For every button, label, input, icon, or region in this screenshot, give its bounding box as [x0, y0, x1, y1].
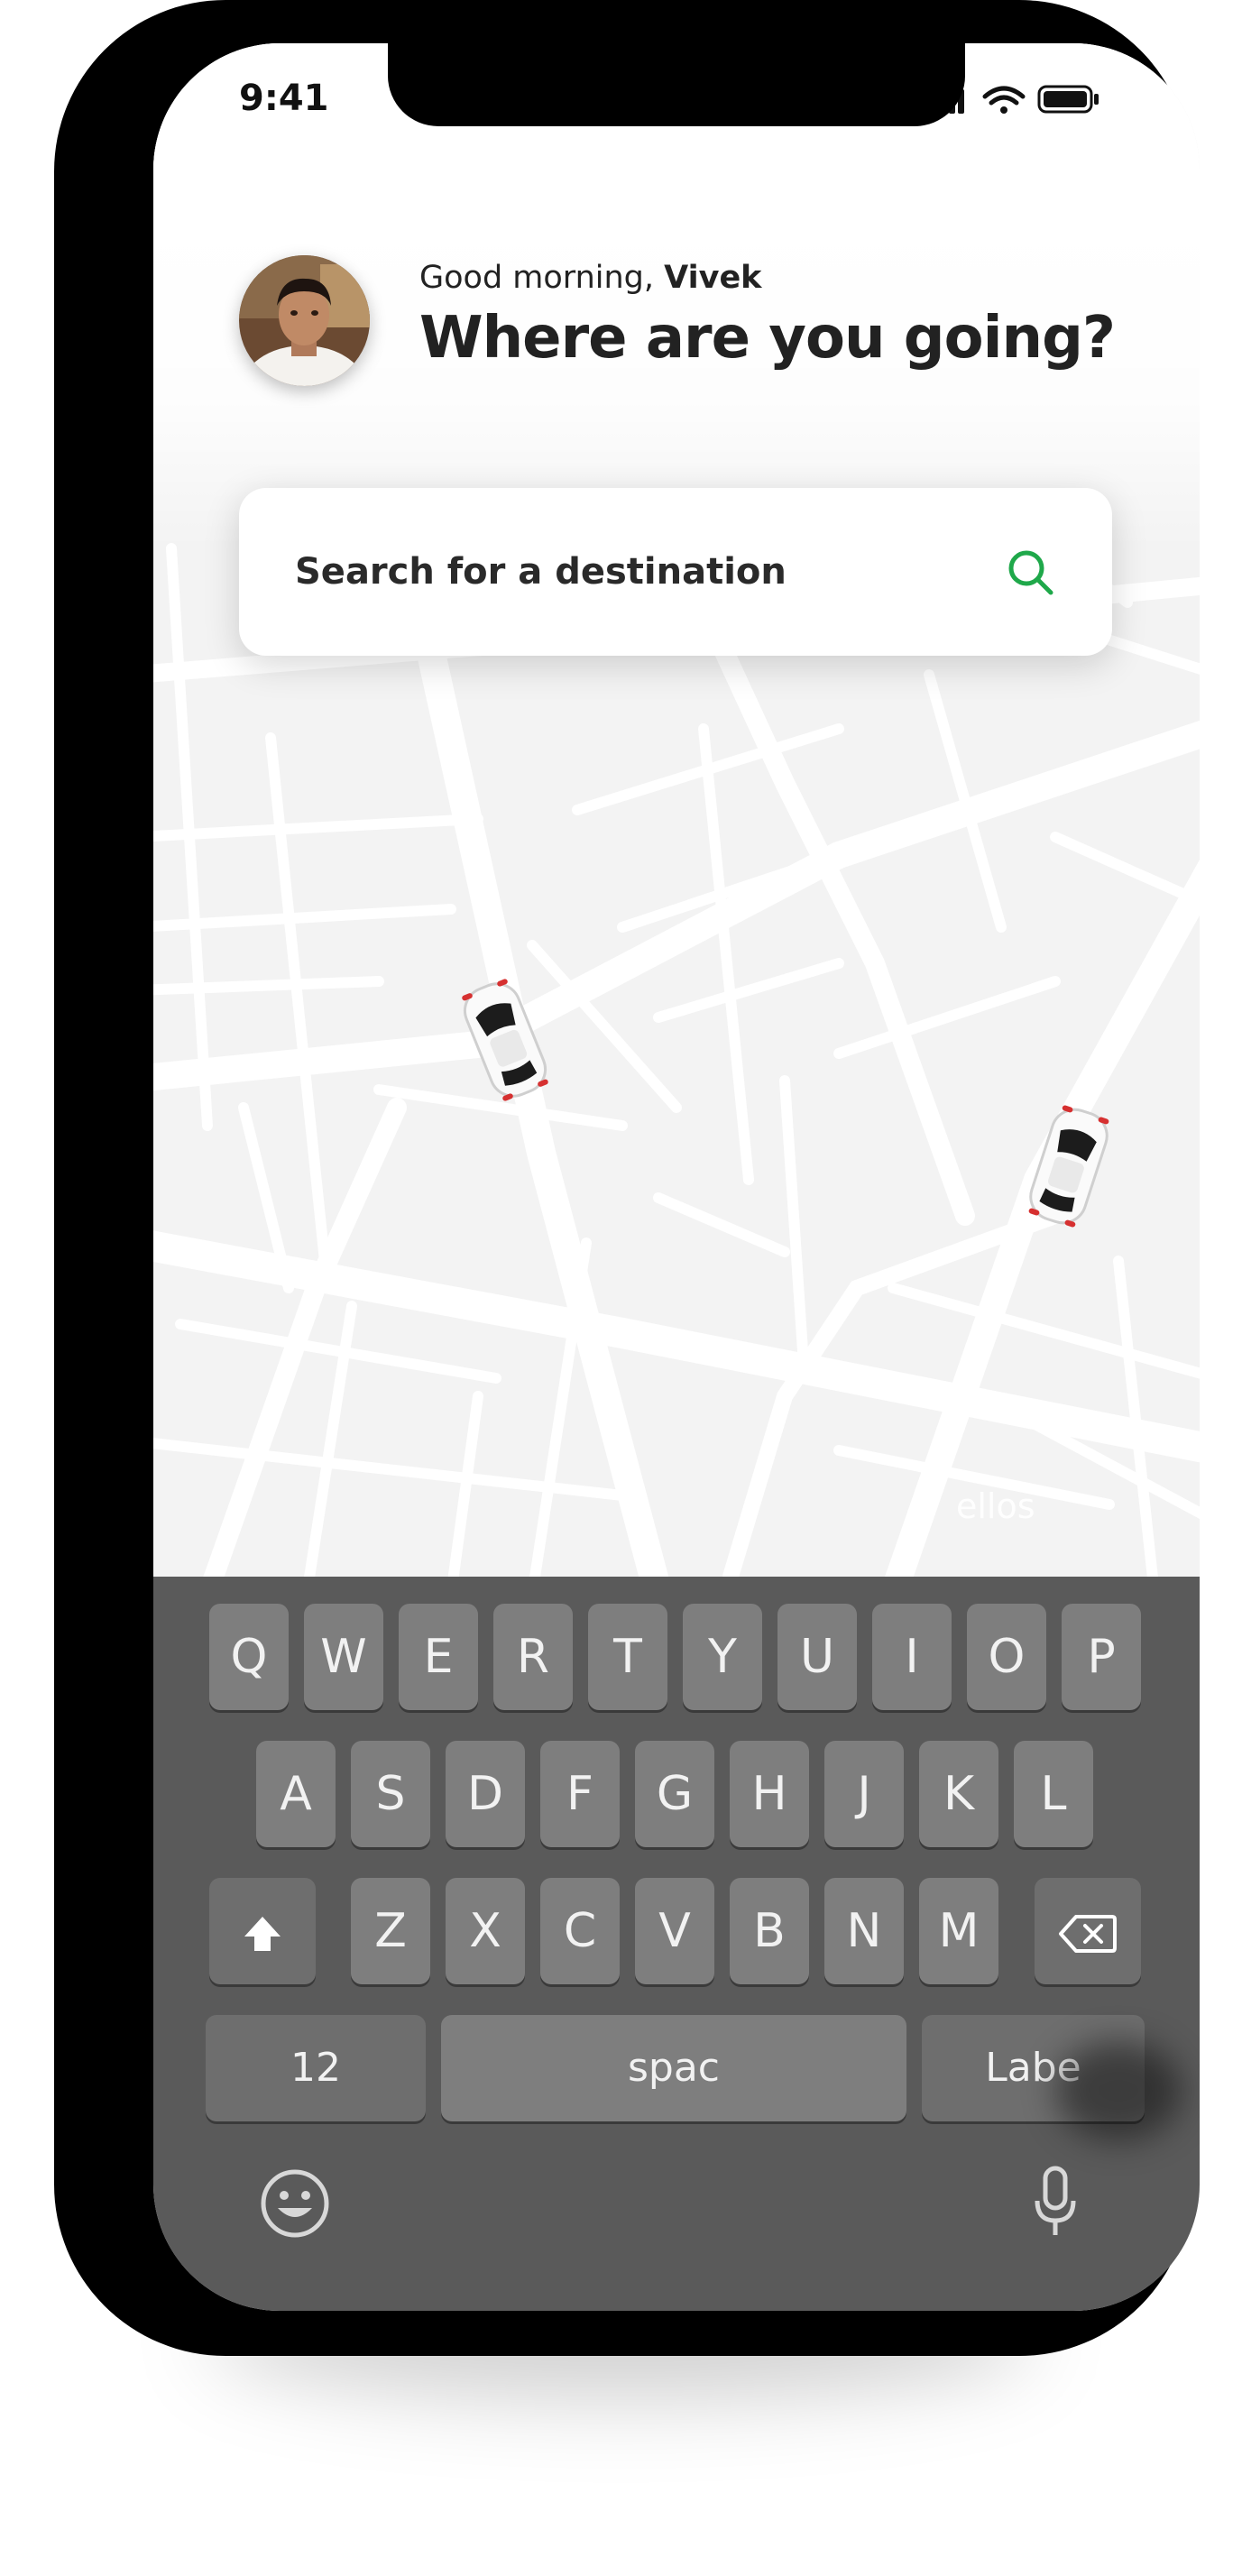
- avatar[interactable]: [239, 255, 370, 386]
- key-o[interactable]: O: [967, 1604, 1046, 1710]
- app-screen: ellos 9:41 Good morning, Vivek Where are…: [153, 43, 1200, 2311]
- user-name: Vivek: [664, 260, 762, 296]
- microphone-icon[interactable]: [1033, 2165, 1078, 2240]
- search-bar[interactable]: Search for a destination: [239, 488, 1112, 656]
- phone-frame: ellos 9:41 Good morning, Vivek Where are…: [54, 0, 1200, 2356]
- wifi-icon: [982, 86, 1026, 114]
- page-title: Where are you going?: [419, 305, 1116, 372]
- greeting: Good morning, Vivek: [419, 260, 761, 296]
- key-g[interactable]: G: [635, 1741, 714, 1847]
- space-key[interactable]: spac: [441, 2015, 906, 2121]
- shift-icon: [244, 1917, 281, 1951]
- key-a[interactable]: A: [256, 1741, 336, 1847]
- key-h[interactable]: H: [730, 1741, 809, 1847]
- key-r[interactable]: R: [493, 1604, 573, 1710]
- key-e[interactable]: E: [399, 1604, 478, 1710]
- shift-key[interactable]: [209, 1878, 316, 1984]
- key-f[interactable]: F: [540, 1741, 620, 1847]
- status-time: 9:41: [239, 78, 329, 119]
- backspace-icon: [1059, 1915, 1117, 1953]
- key-p[interactable]: P: [1062, 1604, 1141, 1710]
- key-w[interactable]: W: [304, 1604, 383, 1710]
- key-u[interactable]: U: [777, 1604, 857, 1710]
- key-s[interactable]: S: [351, 1741, 430, 1847]
- status-icons: [940, 85, 1099, 114]
- key-n[interactable]: N: [824, 1878, 904, 1984]
- key-m[interactable]: M: [919, 1878, 998, 1984]
- key-b[interactable]: B: [730, 1878, 809, 1984]
- key-l[interactable]: L: [1014, 1741, 1093, 1847]
- emoji-icon[interactable]: [260, 2168, 330, 2239]
- key-v[interactable]: V: [635, 1878, 714, 1984]
- notch: [388, 43, 965, 126]
- key-c[interactable]: C: [540, 1878, 620, 1984]
- search-input[interactable]: Search for a destination: [295, 488, 787, 656]
- key-k[interactable]: K: [919, 1741, 998, 1847]
- numbers-key[interactable]: 12: [206, 2015, 426, 2121]
- key-i[interactable]: I: [872, 1604, 952, 1710]
- key-j[interactable]: J: [824, 1741, 904, 1847]
- battery-icon: [1037, 85, 1099, 114]
- key-t[interactable]: T: [588, 1604, 667, 1710]
- touch-shadow: [1055, 2041, 1182, 2140]
- search-icon[interactable]: [1006, 547, 1056, 598]
- key-q[interactable]: Q: [209, 1604, 289, 1710]
- greeting-prefix: Good morning,: [419, 260, 655, 296]
- key-x[interactable]: X: [446, 1878, 525, 1984]
- key-z[interactable]: Z: [351, 1878, 430, 1984]
- key-d[interactable]: D: [446, 1741, 525, 1847]
- key-y[interactable]: Y: [683, 1604, 762, 1710]
- keyboard: Q W E R T Y U I O P A S D F G H J K L Z …: [153, 1577, 1200, 2311]
- map-watermark: ellos: [956, 1486, 1035, 1526]
- backspace-key[interactable]: [1035, 1878, 1141, 1984]
